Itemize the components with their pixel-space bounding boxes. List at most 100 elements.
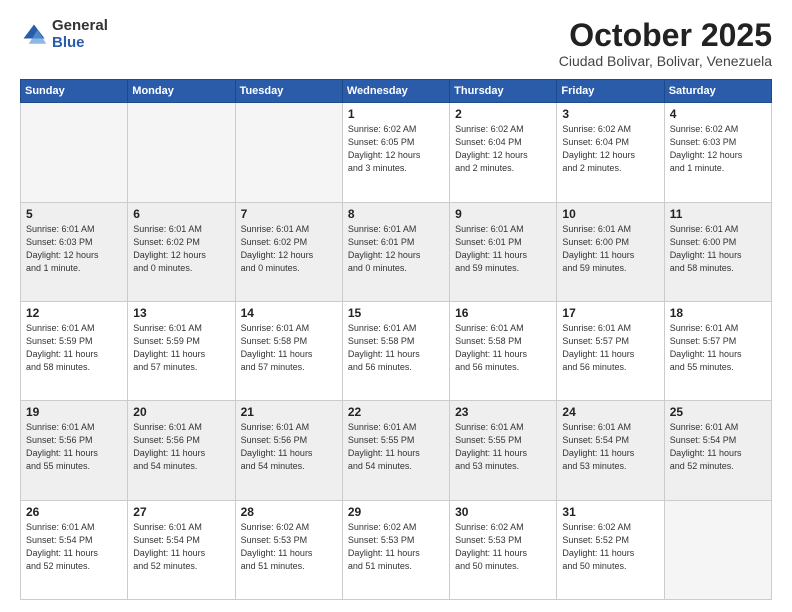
day-number: 30 [455,505,551,519]
header-tuesday: Tuesday [235,80,342,103]
calendar-header-row: Sunday Monday Tuesday Wednesday Thursday… [21,80,772,103]
table-row: 16 Sunrise: 6:01 AMSunset: 5:58 PMDayligh… [450,301,557,400]
day-number: 21 [241,405,337,419]
day-info: Sunrise: 6:02 AMSunset: 5:53 PMDaylight:… [348,521,444,573]
day-info: Sunrise: 6:01 AMSunset: 5:54 PMDaylight:… [562,421,658,473]
day-info: Sunrise: 6:02 AMSunset: 6:04 PMDaylight:… [455,123,551,175]
calendar-week-row: 5 Sunrise: 6:01 AMSunset: 6:03 PMDaylight… [21,202,772,301]
logo: General Blue [20,18,108,51]
table-row: 19 Sunrise: 6:01 AMSunset: 5:56 PMDayligh… [21,401,128,500]
day-number: 5 [26,207,122,221]
table-row: 11 Sunrise: 6:01 AMSunset: 6:00 PMDayligh… [664,202,771,301]
calendar-week-row: 26 Sunrise: 6:01 AMSunset: 5:54 PMDayligh… [21,500,772,599]
table-row: 17Sunrise: 6:01 AMSunset: 5:57 PMDayligh… [557,301,664,400]
day-number: 26 [26,505,122,519]
day-info: Sunrise: 6:01 AMSunset: 6:03 PMDaylight:… [26,223,122,275]
table-row: 8 Sunrise: 6:01 AMSunset: 6:01 PMDaylight… [342,202,449,301]
table-row: 5 Sunrise: 6:01 AMSunset: 6:03 PMDaylight… [21,202,128,301]
day-number: 8 [348,207,444,221]
day-info: Sunrise: 6:02 AMSunset: 5:53 PMDaylight:… [455,521,551,573]
day-number: 2 [455,107,551,121]
month-title: October 2025 [559,18,772,53]
table-row [21,103,128,202]
day-info: Sunrise: 6:01 AMSunset: 6:00 PMDaylight:… [562,223,658,275]
table-row: 12Sunrise: 6:01 AMSunset: 5:59 PMDayligh… [21,301,128,400]
table-row: 31 Sunrise: 6:02 AMSunset: 5:52 PMDayligh… [557,500,664,599]
table-row: 26 Sunrise: 6:01 AMSunset: 5:54 PMDayligh… [21,500,128,599]
table-row: 15 Sunrise: 6:01 AMSunset: 5:58 PMDayligh… [342,301,449,400]
day-info: Sunrise: 6:01 AMSunset: 6:02 PMDaylight:… [133,223,229,275]
logo-blue-text: Blue [52,35,108,52]
table-row: 6 Sunrise: 6:01 AMSunset: 6:02 PMDaylight… [128,202,235,301]
table-row: 24Sunrise: 6:01 AMSunset: 5:54 PMDayligh… [557,401,664,500]
header-monday: Monday [128,80,235,103]
day-number: 23 [455,405,551,419]
table-row: 10 Sunrise: 6:01 AMSunset: 6:00 PMDayligh… [557,202,664,301]
header-thursday: Thursday [450,80,557,103]
day-info: Sunrise: 6:01 AMSunset: 5:54 PMDaylight:… [670,421,766,473]
day-info: Sunrise: 6:01 AMSunset: 5:55 PMDaylight:… [455,421,551,473]
day-info: Sunrise: 6:01 AMSunset: 6:01 PMDaylight:… [455,223,551,275]
day-info: Sunrise: 6:01 AMSunset: 5:56 PMDaylight:… [133,421,229,473]
day-info: Sunrise: 6:01 AMSunset: 5:58 PMDaylight:… [241,322,337,374]
day-number: 18 [670,306,766,320]
day-info: Sunrise: 6:01 AMSunset: 5:56 PMDaylight:… [241,421,337,473]
table-row [128,103,235,202]
day-info: Sunrise: 6:01 AMSunset: 5:56 PMDaylight:… [26,421,122,473]
day-info: Sunrise: 6:02 AMSunset: 5:52 PMDaylight:… [562,521,658,573]
page: General Blue October 2025 Ciudad Bolivar… [0,0,792,612]
day-number: 17 [562,306,658,320]
day-number: 6 [133,207,229,221]
table-row: 20 Sunrise: 6:01 AMSunset: 5:56 PMDayligh… [128,401,235,500]
title-block: October 2025 Ciudad Bolivar, Bolivar, Ve… [559,18,772,69]
table-row: 3 Sunrise: 6:02 AMSunset: 6:04 PMDaylight… [557,103,664,202]
day-number: 4 [670,107,766,121]
table-row: 22Sunrise: 6:01 AMSunset: 5:55 PMDayligh… [342,401,449,500]
table-row [664,500,771,599]
calendar-table: Sunday Monday Tuesday Wednesday Thursday… [20,79,772,600]
day-number: 14 [241,306,337,320]
day-info: Sunrise: 6:01 AMSunset: 5:58 PMDaylight:… [455,322,551,374]
calendar-week-row: 1Sunrise: 6:02 AMSunset: 6:05 PMDaylight… [21,103,772,202]
table-row: 18 Sunrise: 6:01 AMSunset: 5:57 PMDayligh… [664,301,771,400]
table-row: 1Sunrise: 6:02 AMSunset: 6:05 PMDaylight… [342,103,449,202]
header-sunday: Sunday [21,80,128,103]
day-number: 27 [133,505,229,519]
table-row: 9Sunrise: 6:01 AMSunset: 6:01 PMDaylight… [450,202,557,301]
day-number: 10 [562,207,658,221]
day-number: 3 [562,107,658,121]
table-row: 29Sunrise: 6:02 AMSunset: 5:53 PMDayligh… [342,500,449,599]
day-info: Sunrise: 6:01 AMSunset: 5:54 PMDaylight:… [133,521,229,573]
day-info: Sunrise: 6:01 AMSunset: 6:01 PMDaylight:… [348,223,444,275]
location: Ciudad Bolivar, Bolivar, Venezuela [559,53,772,69]
table-row: 28Sunrise: 6:02 AMSunset: 5:53 PMDayligh… [235,500,342,599]
day-number: 11 [670,207,766,221]
day-number: 7 [241,207,337,221]
day-number: 25 [670,405,766,419]
day-number: 20 [133,405,229,419]
table-row: 21 Sunrise: 6:01 AMSunset: 5:56 PMDayligh… [235,401,342,500]
day-number: 19 [26,405,122,419]
day-number: 15 [348,306,444,320]
day-number: 22 [348,405,444,419]
table-row: 23 Sunrise: 6:01 AMSunset: 5:55 PMDayligh… [450,401,557,500]
day-info: Sunrise: 6:02 AMSunset: 6:05 PMDaylight:… [348,123,444,175]
logo-general-text: General [52,18,108,35]
table-row: 13Sunrise: 6:01 AMSunset: 5:59 PMDayligh… [128,301,235,400]
table-row: 30 Sunrise: 6:02 AMSunset: 5:53 PMDayligh… [450,500,557,599]
day-info: Sunrise: 6:01 AMSunset: 5:54 PMDaylight:… [26,521,122,573]
table-row: 25 Sunrise: 6:01 AMSunset: 5:54 PMDayligh… [664,401,771,500]
day-info: Sunrise: 6:01 AMSunset: 5:59 PMDaylight:… [133,322,229,374]
day-info: Sunrise: 6:01 AMSunset: 5:58 PMDaylight:… [348,322,444,374]
table-row: 4 Sunrise: 6:02 AMSunset: 6:03 PMDaylight… [664,103,771,202]
table-row: 2 Sunrise: 6:02 AMSunset: 6:04 PMDaylight… [450,103,557,202]
day-info: Sunrise: 6:01 AMSunset: 6:00 PMDaylight:… [670,223,766,275]
day-info: Sunrise: 6:02 AMSunset: 5:53 PMDaylight:… [241,521,337,573]
day-number: 31 [562,505,658,519]
table-row: 27 Sunrise: 6:01 AMSunset: 5:54 PMDayligh… [128,500,235,599]
day-info: Sunrise: 6:01 AMSunset: 5:57 PMDaylight:… [670,322,766,374]
day-info: Sunrise: 6:02 AMSunset: 6:04 PMDaylight:… [562,123,658,175]
table-row: 14 Sunrise: 6:01 AMSunset: 5:58 PMDayligh… [235,301,342,400]
day-info: Sunrise: 6:02 AMSunset: 6:03 PMDaylight:… [670,123,766,175]
day-number: 16 [455,306,551,320]
